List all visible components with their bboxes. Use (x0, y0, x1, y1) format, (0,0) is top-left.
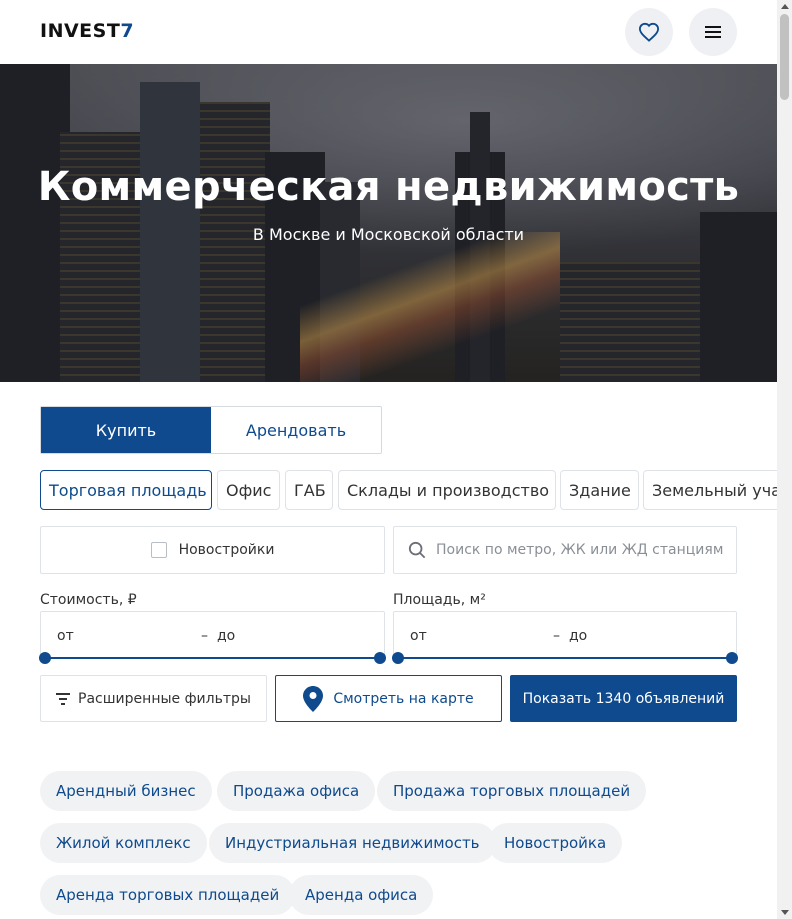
area-dash: – (553, 627, 560, 644)
chip-retail-sale[interactable]: Продажа торговых площадей (377, 771, 647, 811)
price-slider-max-handle[interactable] (374, 652, 386, 664)
chip-newbuild[interactable]: Новостройка (488, 823, 623, 863)
price-slider-min-handle[interactable] (39, 652, 51, 664)
chip-rental-business[interactable]: Арендный бизнес (40, 771, 212, 811)
filter-icon (56, 692, 71, 705)
price-from-input[interactable]: от (57, 628, 74, 644)
type-tab-retail[interactable]: Торговая площадь (40, 470, 212, 510)
logo[interactable]: INVEST7 (40, 20, 134, 42)
area-range-inputs: от – до (393, 611, 737, 659)
buy-tab[interactable]: Купить (41, 407, 211, 453)
scroll-up-arrow[interactable] (781, 4, 789, 9)
view-on-map-button[interactable]: Смотреть на карте (275, 675, 502, 722)
type-tab-office[interactable]: Офис (217, 470, 280, 510)
area-from-input[interactable]: от (410, 628, 427, 644)
area-slider-max-handle[interactable] (726, 652, 738, 664)
hero-overlay (0, 64, 777, 382)
chip-retail-rent[interactable]: Аренда торговых площадей (40, 875, 296, 915)
chip-industrial[interactable]: Индустриальная недвижимость (209, 823, 496, 863)
heart-icon (638, 22, 660, 42)
area-slider-track[interactable] (398, 657, 732, 659)
page-title: Коммерческая недвижимость (37, 164, 740, 210)
show-results-button[interactable]: Показать 1340 объявлений (510, 675, 737, 722)
type-tab-gab[interactable]: ГАБ (285, 470, 333, 510)
newbuild-label: Новостройки (178, 542, 275, 558)
price-range-inputs: от – до (40, 611, 385, 659)
newbuild-filter[interactable]: Новостройки (40, 526, 385, 574)
search-box (393, 526, 737, 574)
property-type-tabs: Торговая площадь Офис ГАБ Склады и произ… (40, 470, 777, 510)
type-tab-warehouse[interactable]: Склады и производство (338, 470, 556, 510)
page-subtitle: В Москве и Московской области (252, 225, 525, 244)
advanced-filters-button[interactable]: Расширенные фильтры (40, 675, 267, 722)
hero-banner: Коммерческая недвижимость В Москве и Мос… (0, 64, 777, 382)
type-tab-land[interactable]: Земельный участок (643, 470, 777, 510)
menu-button[interactable] (689, 8, 737, 56)
search-input[interactable] (436, 542, 726, 558)
price-slider-track[interactable] (45, 657, 380, 659)
newbuild-checkbox[interactable] (150, 542, 167, 558)
map-pin-icon (303, 685, 324, 712)
chip-office-rent[interactable]: Аренда офиса (289, 875, 434, 915)
chip-office-sale[interactable]: Продажа офиса (217, 771, 376, 811)
logo-text: INVEST (40, 20, 121, 42)
scroll-thumb[interactable] (780, 14, 789, 100)
area-label: Площадь, м² (393, 592, 486, 608)
rent-tab[interactable]: Арендовать (211, 407, 381, 453)
advanced-filters-label: Расширенные фильтры (78, 690, 251, 707)
price-label: Стоимость, ₽ (40, 592, 137, 608)
price-dash: – (201, 627, 208, 644)
area-to-input[interactable]: до (569, 628, 587, 644)
scroll-down-arrow[interactable] (781, 910, 789, 915)
view-on-map-label: Смотреть на карте (333, 690, 474, 707)
price-to-input[interactable]: до (217, 628, 235, 644)
area-slider-min-handle[interactable] (392, 652, 404, 664)
site-header: INVEST7 (0, 0, 777, 64)
chip-residential-complex[interactable]: Жилой комплекс (40, 823, 207, 863)
favorites-button[interactable] (625, 8, 673, 56)
search-icon (408, 541, 426, 559)
page-scrollbar[interactable] (777, 0, 792, 919)
logo-accent: 7 (120, 20, 135, 42)
type-tab-building[interactable]: Здание (560, 470, 639, 510)
deal-type-toggle: Купить Арендовать (40, 406, 382, 454)
menu-icon (705, 26, 721, 38)
